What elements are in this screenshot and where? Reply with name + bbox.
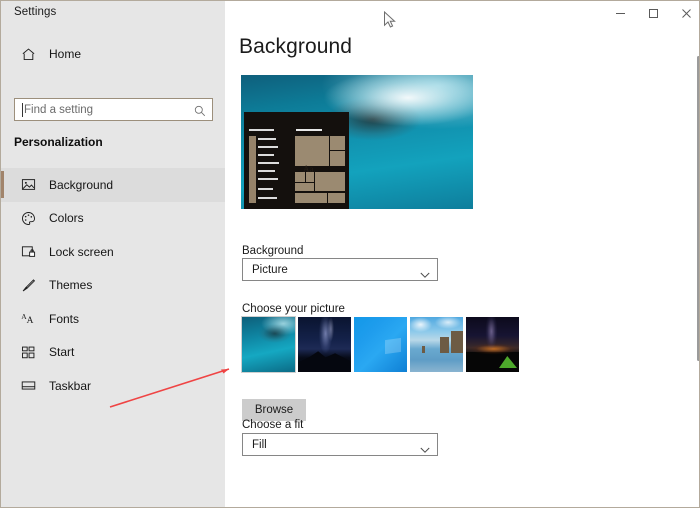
sidebar-item-home-label: Home [49,47,82,61]
preview-tile [330,151,345,166]
chevron-down-icon [420,441,430,459]
sidebar-item-background-label: Background [49,177,114,192]
choose-fit-label: Choose a fit [242,419,304,431]
preview-tile [315,172,345,191]
tent-shape [499,356,517,368]
sidebar-item-fonts[interactable]: A A Fonts [1,302,225,336]
page-title: Background [239,35,353,58]
thumbnail-underwater-wave[interactable] [241,316,296,373]
thumbnail-image [466,317,519,372]
preview-start-rail [249,136,256,203]
close-button[interactable] [670,1,699,26]
svg-text:A: A [26,316,33,326]
thumbnail-milky-way-mountain[interactable] [298,317,351,372]
thumbnail-beach-sea-stacks[interactable] [410,317,463,372]
title-bar[interactable]: Settings [1,1,699,26]
sidebar-nav-list: Background Colors Lock screen Themes A A… [1,168,225,403]
choose-fit-dropdown[interactable]: Fill [242,433,438,456]
thumbnail-night-camp-aurora[interactable] [466,317,519,372]
font-icon: A A [11,311,45,326]
sidebar-item-colors-label: Colors [49,211,84,226]
minimize-icon [616,13,625,14]
chevron-down-icon [420,266,430,284]
preview-tile [328,193,345,203]
thumbnail-image [242,317,295,372]
preview-tile [330,136,345,150]
sidebar-item-start[interactable]: Start [1,336,225,370]
ground-silhouette [466,352,519,372]
sidebar-item-background[interactable]: Background [1,168,225,202]
preview-start-line [258,197,277,199]
background-dropdown-value: Picture [252,263,288,276]
preview-start-line [296,129,322,131]
maximize-button[interactable] [637,1,670,26]
palette-icon [11,211,45,226]
preview-start-line [258,162,279,164]
search-placeholder: Find a setting [24,103,94,116]
sidebar-item-taskbar-label: Taskbar [49,378,92,393]
minimize-button[interactable] [604,1,637,26]
sidebar-item-lock-screen[interactable]: Lock screen [1,235,225,269]
settings-window: Settings Home Find a setting Personaliza… [0,0,700,508]
sidebar-item-themes-label: Themes [49,278,93,293]
taskbar-icon [11,378,45,393]
sidebar: Home Find a setting Personalization Back… [1,26,225,507]
thumbnail-windows-hero-blue[interactable] [354,317,407,372]
thumbnail-image [410,317,463,372]
figure-silhouette [422,346,425,353]
browse-button[interactable]: Browse [242,399,306,421]
image-icon [11,177,45,192]
mountain-silhouette [298,351,351,372]
app-title: Settings [14,6,57,18]
brush-icon [11,278,45,293]
mouse-pointer-icon [384,11,396,28]
background-dropdown[interactable]: Picture [242,258,438,281]
sidebar-item-colors[interactable]: Colors [1,202,225,236]
choose-picture-label: Choose your picture [242,303,345,315]
content-pane: Background Aa Background Picture Choose … [225,26,699,507]
home-icon [11,47,45,62]
picture-thumbnail-list [241,316,519,373]
start-tiles-icon [11,345,45,360]
choose-fit-dropdown-value: Fill [252,438,267,451]
preview-start-line [258,138,276,140]
sidebar-item-taskbar[interactable]: Taskbar [1,369,225,403]
close-icon [682,9,691,18]
preview-start-menu: Aa [244,112,349,209]
preview-tile [295,193,327,203]
preview-tile [295,136,329,166]
text-caret [22,103,23,117]
preview-start-line [258,170,275,172]
thumbnail-image [298,317,351,372]
desktop-preview: Aa [241,75,473,209]
maximize-icon [649,9,658,18]
preview-start-line [258,178,278,180]
background-label: Background [242,245,304,257]
search-input[interactable]: Find a setting [14,98,213,121]
sidebar-item-themes[interactable]: Themes [1,269,225,303]
sidebar-item-start-label: Start [49,345,75,360]
search-icon[interactable] [194,104,206,122]
preview-tile [295,183,314,191]
sidebar-item-lock-screen-label: Lock screen [49,244,114,259]
lock-screen-icon [11,244,45,259]
preview-start-line [249,129,274,131]
thumbnail-image [354,317,407,372]
sea-stack [451,331,463,353]
preview-tile-text: Aa [303,164,314,174]
sidebar-item-fonts-label: Fonts [49,311,80,326]
preview-start-line [258,154,274,156]
sea-stack [440,337,449,353]
preview-start-line [258,188,273,190]
sidebar-item-home[interactable]: Home [1,38,225,70]
sidebar-section-header: Personalization [14,135,103,149]
preview-start-line [258,146,278,148]
